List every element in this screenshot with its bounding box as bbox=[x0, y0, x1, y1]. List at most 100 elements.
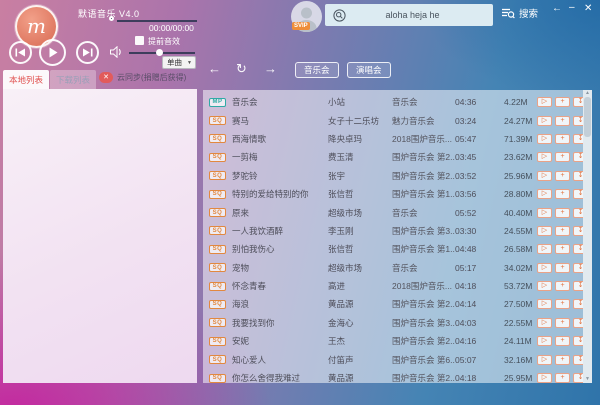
song-duration: 04:18 bbox=[455, 281, 504, 291]
song-row[interactable]: SQ 西海情歌 降央卓玛 2018围炉音乐... 05:47 71.39M ▷ … bbox=[209, 130, 583, 148]
filter-live-button[interactable]: 演唱会 bbox=[347, 62, 391, 78]
play-mode-select[interactable]: 单曲 ▼ bbox=[162, 56, 196, 69]
song-actions: ▷ + ↧ bbox=[537, 336, 588, 346]
add-song-icon[interactable]: + bbox=[555, 299, 570, 309]
volume-icon[interactable] bbox=[110, 45, 124, 63]
add-song-icon[interactable]: + bbox=[555, 152, 570, 162]
previous-track-button[interactable] bbox=[9, 41, 32, 64]
play-song-icon[interactable]: ▷ bbox=[537, 208, 552, 218]
song-row[interactable]: SQ 赛马 女子十二乐坊 魅力音乐会 03:24 24.27M ▷ + ↧ bbox=[209, 111, 583, 129]
play-song-icon[interactable]: ▷ bbox=[537, 336, 552, 346]
song-row[interactable]: SQ 一人我饮酒醉 李玉刚 围炉音乐会 第3... 03:30 24.55M ▷… bbox=[209, 222, 583, 240]
song-row[interactable]: SQ 宠物 超级市场 音乐会 05:17 34.02M ▷ + ↧ bbox=[209, 259, 583, 277]
search-button[interactable]: 搜索 bbox=[501, 6, 538, 20]
add-song-icon[interactable]: + bbox=[555, 226, 570, 236]
song-title: 知心爱人 bbox=[232, 354, 328, 366]
progress-slider-track[interactable] bbox=[117, 20, 197, 22]
song-album: 魅力音乐会 bbox=[392, 115, 455, 127]
add-song-icon[interactable]: + bbox=[555, 318, 570, 328]
play-song-icon[interactable]: ▷ bbox=[537, 244, 552, 254]
scroll-down-icon[interactable]: ▼ bbox=[585, 376, 590, 383]
add-song-icon[interactable]: + bbox=[555, 281, 570, 291]
song-row[interactable]: SQ 怀念青春 高进 2018围炉音乐... 04:18 53.72M ▷ + … bbox=[209, 277, 583, 295]
song-actions: ▷ + ↧ bbox=[537, 263, 588, 273]
filter-concert-button[interactable]: 音乐会 bbox=[295, 62, 339, 78]
play-song-icon[interactable]: ▷ bbox=[537, 171, 552, 181]
song-duration: 03:56 bbox=[455, 189, 504, 199]
progress-slider-handle[interactable] bbox=[109, 16, 114, 21]
window-minimize-button[interactable]: – bbox=[569, 3, 575, 13]
song-row[interactable]: SQ 梦驼铃 张宇 围炉音乐会 第2... 03:52 25.96M ▷ + ↧ bbox=[209, 167, 583, 185]
scrollbar[interactable]: ▲ ▼ bbox=[583, 90, 592, 383]
song-album: 围炉音乐会 第3... bbox=[392, 317, 455, 329]
song-album: 音乐会 bbox=[392, 96, 455, 108]
play-song-icon[interactable]: ▷ bbox=[537, 116, 552, 126]
add-song-icon[interactable]: + bbox=[555, 263, 570, 273]
song-title: 宠物 bbox=[232, 262, 328, 274]
play-song-icon[interactable]: ▷ bbox=[537, 226, 552, 236]
quality-badge: SQ bbox=[209, 171, 226, 180]
play-song-icon[interactable]: ▷ bbox=[537, 281, 552, 291]
add-song-icon[interactable]: + bbox=[555, 171, 570, 181]
quality-badge: SQ bbox=[209, 208, 226, 217]
add-song-icon[interactable]: + bbox=[555, 97, 570, 107]
song-title: 你怎么舍得我难过 bbox=[232, 372, 328, 383]
next-track-button[interactable] bbox=[76, 41, 99, 64]
search-input[interactable]: aloha heja he bbox=[325, 4, 493, 26]
play-song-icon[interactable]: ▷ bbox=[537, 97, 552, 107]
scroll-up-icon[interactable]: ▲ bbox=[585, 90, 590, 97]
add-song-icon[interactable]: + bbox=[555, 134, 570, 144]
quality-badge: SQ bbox=[209, 263, 226, 272]
song-row[interactable]: SQ 原来 超级市场 音乐会 05:52 40.40M ▷ + ↧ bbox=[209, 203, 583, 221]
song-row[interactable]: SQ 知心爱人 付笛声 围炉音乐会 第6... 05:07 32.16M ▷ +… bbox=[209, 350, 583, 368]
song-row[interactable]: MP 音乐会 小站 音乐会 04:36 4.22M ▷ + ↧ bbox=[209, 93, 583, 111]
add-song-icon[interactable]: + bbox=[555, 373, 570, 383]
add-song-icon[interactable]: + bbox=[555, 208, 570, 218]
search-input-value: aloha heja he bbox=[346, 10, 493, 20]
song-list: MP 音乐会 小站 音乐会 04:36 4.22M ▷ + ↧ SQ 赛马 女子… bbox=[209, 93, 583, 383]
add-song-icon[interactable]: + bbox=[555, 116, 570, 126]
nav-forward-button[interactable]: → bbox=[264, 61, 277, 77]
scrollbar-thumb[interactable] bbox=[584, 97, 591, 137]
cloud-close-icon: ✕ bbox=[99, 72, 113, 83]
song-row[interactable]: SQ 一剪梅 费玉清 围炉音乐会 第2... 03:45 23.62M ▷ + … bbox=[209, 148, 583, 166]
song-row[interactable]: SQ 别怕我伤心 张信哲 围炉音乐会 第1... 04:48 26.58M ▷ … bbox=[209, 240, 583, 258]
song-row[interactable]: SQ 安妮 王杰 围炉音乐会 第2... 04:16 24.11M ▷ + ↧ bbox=[209, 332, 583, 350]
song-actions: ▷ + ↧ bbox=[537, 152, 588, 162]
song-row[interactable]: SQ 你怎么舍得我难过 黄品源 围炉音乐会 第2... 04:18 25.95M… bbox=[209, 369, 583, 383]
song-row[interactable]: SQ 海浪 黄品源 围炉音乐会 第2... 04:14 27.50M ▷ + ↧ bbox=[209, 295, 583, 313]
add-song-icon[interactable]: + bbox=[555, 244, 570, 254]
song-title: 特别的爱给特别的你 bbox=[232, 188, 328, 200]
sound-effect-label: 提前音效 bbox=[148, 36, 180, 47]
nav-back-button[interactable]: ← bbox=[208, 61, 221, 77]
play-song-icon[interactable]: ▷ bbox=[537, 134, 552, 144]
song-row[interactable]: SQ 我要找到你 金海心 围炉音乐会 第3... 04:03 22.55M ▷ … bbox=[209, 314, 583, 332]
play-button[interactable] bbox=[39, 39, 66, 66]
song-artist: 降央卓玛 bbox=[328, 133, 392, 145]
sound-effect-checkbox[interactable] bbox=[135, 36, 144, 45]
song-actions: ▷ + ↧ bbox=[537, 244, 588, 254]
song-size: 4.22M bbox=[504, 97, 537, 107]
play-song-icon[interactable]: ▷ bbox=[537, 189, 552, 199]
play-song-icon[interactable]: ▷ bbox=[537, 373, 552, 383]
song-list-panel: MP 音乐会 小站 音乐会 04:36 4.22M ▷ + ↧ SQ 赛马 女子… bbox=[203, 90, 592, 383]
play-song-icon[interactable]: ▷ bbox=[537, 355, 552, 365]
song-row[interactable]: SQ 特别的爱给特别的你 张信哲 围炉音乐会 第1... 03:56 28.80… bbox=[209, 185, 583, 203]
play-song-icon[interactable]: ▷ bbox=[537, 318, 552, 328]
tab-download-list[interactable]: 下载列表 bbox=[50, 70, 96, 89]
nav-refresh-button[interactable]: ↻ bbox=[236, 61, 247, 77]
play-song-icon[interactable]: ▷ bbox=[537, 263, 552, 273]
play-song-icon[interactable]: ▷ bbox=[537, 299, 552, 309]
song-size: 28.80M bbox=[504, 189, 537, 199]
add-song-icon[interactable]: + bbox=[555, 355, 570, 365]
tab-local-list[interactable]: 本地列表 bbox=[3, 70, 49, 89]
play-song-icon[interactable]: ▷ bbox=[537, 152, 552, 162]
window-back-button[interactable]: ← bbox=[552, 4, 562, 14]
quality-badge: SQ bbox=[209, 300, 226, 309]
add-song-icon[interactable]: + bbox=[555, 189, 570, 199]
window-close-button[interactable]: ✕ bbox=[584, 4, 592, 14]
tab-cloud-sync[interactable]: ✕ 云同步(捐赠后获得) bbox=[99, 72, 186, 83]
volume-slider-handle[interactable] bbox=[156, 49, 163, 56]
song-size: 24.11M bbox=[504, 336, 537, 346]
add-song-icon[interactable]: + bbox=[555, 336, 570, 346]
